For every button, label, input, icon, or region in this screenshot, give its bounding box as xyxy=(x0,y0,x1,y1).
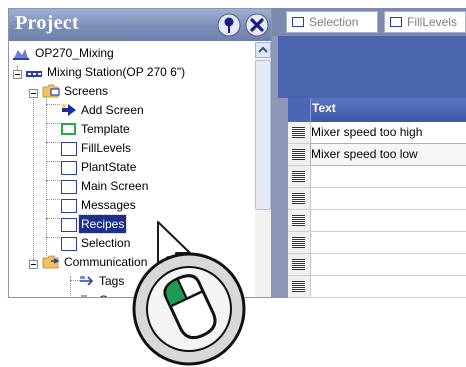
tree-item-label: Selection xyxy=(81,236,131,250)
tab-label: Selection xyxy=(309,15,359,29)
table-row-empty[interactable] xyxy=(288,166,466,188)
row-handle[interactable] xyxy=(288,122,311,143)
screen-icon xyxy=(61,199,77,213)
project-panel-header: Project xyxy=(9,9,271,41)
tree-item-template[interactable]: Template xyxy=(61,120,241,138)
tree-item-label: C xyxy=(99,291,108,297)
tab-filllevels[interactable]: FillLevels xyxy=(384,11,466,33)
tree-item-label: Recipes xyxy=(77,214,128,234)
editor-area: Selection FillLevels Text Mixer speed to… xyxy=(272,8,466,298)
scroll-up-button[interactable] xyxy=(255,42,271,58)
folder-icon xyxy=(42,255,60,269)
collapse-toggle[interactable] xyxy=(13,70,22,79)
screen-icon xyxy=(61,237,77,251)
close-icon[interactable] xyxy=(245,13,269,37)
tree-item-screen[interactable]: Messages xyxy=(61,196,241,214)
screen-icon xyxy=(61,142,77,156)
row-handle[interactable] xyxy=(288,232,311,253)
editor-tab-strip: Selection FillLevels xyxy=(272,8,466,36)
tree-item-label: Add Screen xyxy=(81,103,144,117)
table-row-empty[interactable] xyxy=(288,254,466,276)
pin-icon[interactable] xyxy=(217,13,241,37)
tree-item-label: PlantState xyxy=(81,160,137,174)
tree-item-connections[interactable]: C xyxy=(79,291,239,297)
tree-item-label: Template xyxy=(81,122,130,136)
tree-item-label: Screens xyxy=(64,84,109,98)
tab-selection[interactable]: Selection xyxy=(286,11,378,33)
tree-item-project[interactable]: OP270_Mixing xyxy=(13,44,213,62)
tree-item-screen[interactable]: PlantState xyxy=(61,158,241,176)
project-panel-title: Project xyxy=(15,12,79,34)
row-handle[interactable] xyxy=(288,210,311,231)
table-row[interactable]: Mixer speed too low xyxy=(288,143,466,166)
project-icon xyxy=(13,49,29,60)
tree-item-screen[interactable]: Selection xyxy=(61,234,241,252)
table-cell-text[interactable]: Mixer speed too high xyxy=(311,122,466,143)
column-header-text[interactable]: Text xyxy=(312,101,336,115)
scroll-thumb[interactable] xyxy=(255,60,271,210)
tree-scrollbar[interactable] xyxy=(255,42,271,297)
row-handle[interactable] xyxy=(288,144,311,165)
folder-icon xyxy=(42,84,60,98)
table-cell-text[interactable]: Mixer speed too low xyxy=(310,143,466,166)
tree-item-label: FillLevels xyxy=(81,141,132,155)
tree-item-label: Communication xyxy=(64,255,148,269)
editor-toolbar-band xyxy=(278,36,466,98)
table-row-empty[interactable] xyxy=(288,276,466,298)
row-handle[interactable] xyxy=(288,254,311,275)
row-handle[interactable] xyxy=(288,276,311,297)
tags-icon xyxy=(80,276,94,286)
screen-icon xyxy=(61,180,77,194)
tree-item-screen-selected[interactable]: Recipes xyxy=(61,214,241,234)
table-header: Text xyxy=(288,98,466,122)
collapse-toggle[interactable] xyxy=(29,89,38,98)
add-screen-icon xyxy=(62,104,76,116)
tree-item-label: Tags xyxy=(99,274,125,288)
template-icon xyxy=(61,123,76,135)
row-handle[interactable] xyxy=(288,188,311,209)
project-panel: Project OP270_Mixing Mixing Station(OP 2… xyxy=(8,8,272,298)
screen-icon xyxy=(61,161,77,175)
screen-icon xyxy=(390,17,402,27)
tree-item-communication[interactable]: Communication xyxy=(42,253,242,271)
tab-label: FillLevels xyxy=(407,15,458,29)
project-tree: OP270_Mixing Mixing Station(OP 270 6") S… xyxy=(9,42,255,297)
tree-item-screens[interactable]: Screens xyxy=(42,82,242,100)
alarm-text-table: Text Mixer speed too high Mixer speed to… xyxy=(288,98,466,298)
tree-item-label: Messages xyxy=(81,198,136,212)
connections-icon xyxy=(81,295,87,297)
collapse-toggle[interactable] xyxy=(29,260,38,269)
table-row[interactable]: Mixer speed too high xyxy=(288,122,466,144)
table-corner xyxy=(288,98,311,122)
tree-item-tags[interactable]: Tags xyxy=(79,272,239,290)
screen-icon xyxy=(61,218,77,232)
tree-item-add-screen[interactable]: Add Screen xyxy=(61,101,241,119)
tree-item-label: OP270_Mixing xyxy=(35,46,114,60)
tree-item-device[interactable]: Mixing Station(OP 270 6") xyxy=(25,63,255,81)
tree-item-screen[interactable]: Main Screen xyxy=(61,177,241,195)
chevron-up-icon xyxy=(258,46,268,53)
table-row-empty[interactable] xyxy=(288,232,466,254)
table-row-empty[interactable] xyxy=(288,210,466,232)
table-row-empty[interactable] xyxy=(288,188,466,210)
tree-item-label: Mixing Station(OP 270 6") xyxy=(47,65,186,79)
screen-icon xyxy=(292,17,304,27)
device-icon xyxy=(26,71,42,77)
tree-item-screen[interactable]: FillLevels xyxy=(61,139,241,157)
tree-item-label: Main Screen xyxy=(81,179,149,193)
row-handle[interactable] xyxy=(288,166,311,187)
